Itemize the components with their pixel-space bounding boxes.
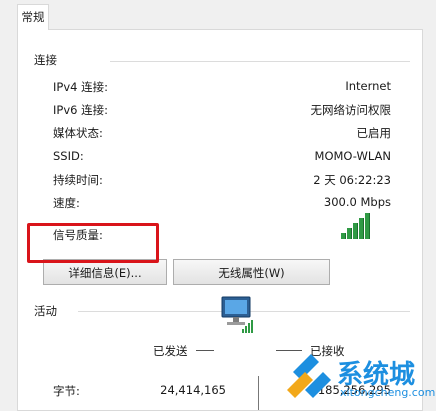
signal-bar [359,218,364,239]
ipv4-value: Internet [345,79,391,93]
duration-value: 2 天 06:22:23 [313,173,391,187]
ipv4-label: IPv4 连接: [53,80,108,94]
ssid-value: MOMO-WLAN [314,149,391,163]
signal-bar [365,213,370,239]
speed-label: 速度: [53,196,80,210]
duration-label: 持续时间: [53,173,103,187]
watermark-url: xitongcheng.com [340,386,436,399]
ipv6-value: 无网络访问权限 [310,103,392,117]
bytes-sent-value: 24,414,165 [160,383,226,397]
media-state-label: 媒体状态: [53,126,103,140]
tab-strip: 常规 [0,0,436,30]
sent-label: 已发送 [153,344,188,358]
watermark-logo: 系统城 xitongcheng.com [285,350,435,406]
signal-bar [353,223,358,239]
signal-bar [341,233,346,239]
ssid-label: SSID: [53,149,84,163]
tab-general[interactable]: 常规 [17,4,49,30]
network-monitor-icon [218,295,256,335]
activity-separator [258,376,259,410]
signal-strength-icon [341,213,371,239]
annotation-highlight-box [27,223,159,263]
bytes-label: 字节: [53,384,80,398]
sent-dash [196,350,214,351]
connection-group-divider [110,61,410,62]
signal-bar [347,228,352,239]
wireless-properties-button[interactable]: 无线属性(W) [173,259,330,285]
ipv6-label: IPv6 连接: [53,103,108,117]
connection-group-title: 连接 [34,53,57,67]
activity-group-title: 活动 [34,304,57,318]
media-state-value: 已启用 [356,126,392,140]
speed-value: 300.0 Mbps [323,195,391,209]
